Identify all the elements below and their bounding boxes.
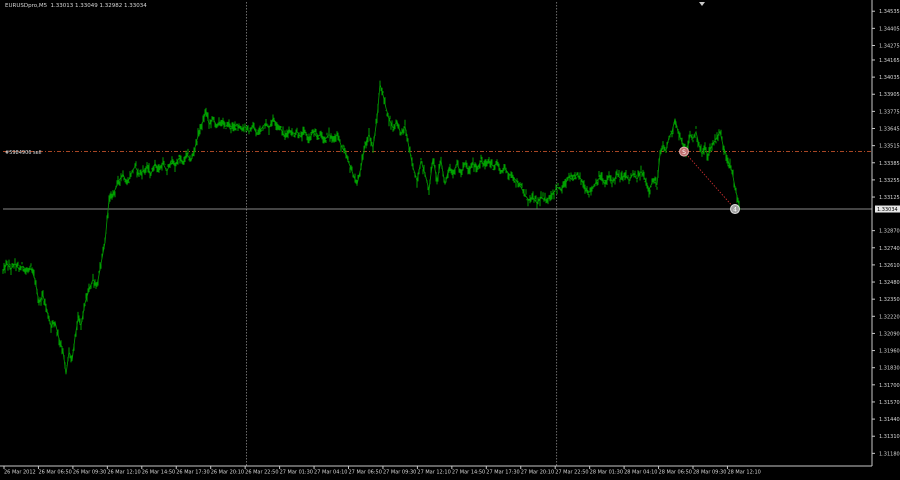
- price-tick-label: 1.31960: [879, 349, 900, 355]
- price-tick-label: 1.31310: [879, 434, 900, 440]
- shift-marker-icon[interactable]: [699, 2, 705, 6]
- price-tick-label: 1.33255: [879, 178, 900, 184]
- time-tick-label: 27 Mar 12:10: [417, 470, 450, 476]
- price-tick-label: 1.33645: [879, 127, 900, 133]
- chart-canvas[interactable]: S 4 1.34535 1.34405 1.34275 1.34165 1.34035 1.…: [0, 0, 900, 476]
- time-tick-label: 27 Mar 06:50: [349, 470, 382, 476]
- time-tick-label: 26 Mar 17:30: [176, 470, 209, 476]
- time-tick-label: 26 Mar 20:10: [211, 470, 244, 476]
- time-tick-label: 27 Mar 09:30: [383, 470, 416, 476]
- time-tick-label: 27 Mar 14:50: [452, 470, 485, 476]
- price-tick-label: 1.34165: [879, 58, 900, 64]
- price-tick-label: 1.31570: [879, 400, 900, 406]
- price-tick-label: 1.32480: [879, 280, 900, 286]
- price-tick-label: 1.33125: [879, 195, 900, 201]
- current-price-label: 1.33034: [877, 207, 898, 213]
- time-tick-label: 28 Mar 06:50: [659, 470, 692, 476]
- time-tick-label: 26 Mar 09:30: [73, 470, 106, 476]
- price-tick-label: 1.34405: [879, 26, 900, 32]
- order-open-marker-label: S: [682, 149, 686, 156]
- time-tick-label: 27 Mar 04:10: [314, 470, 347, 476]
- price-tick-label: 1.32090: [879, 331, 900, 337]
- time-tick-label: 26 Mar 14:50: [142, 470, 175, 476]
- time-tick-label: 28 Mar 01:30: [590, 470, 623, 476]
- price-tick-label: 1.32870: [879, 229, 900, 235]
- price-tick-label: 1.33905: [879, 92, 900, 98]
- time-tick-label: 26 Mar 2012: [4, 470, 36, 476]
- time-tick-label: 27 Mar 22:50: [555, 470, 588, 476]
- time-tick-label: 27 Mar 17:30: [486, 470, 519, 476]
- price-tick-label: 1.32610: [879, 263, 900, 269]
- price-tick-label: 1.33385: [879, 161, 900, 167]
- time-tick-label: 26 Mar 06:50: [38, 470, 71, 476]
- order-close-marker-label: 4: [733, 207, 737, 214]
- price-tick-label: 1.34275: [879, 43, 900, 49]
- price-tick-label: 1.32220: [879, 314, 900, 320]
- price-tick-label: 1.31830: [879, 366, 900, 372]
- time-tick-label: 26 Mar 12:10: [107, 470, 140, 476]
- time-tick-label: 26 Mar 22:50: [245, 470, 278, 476]
- symbol-header: EURUSDpro,M5 1.33013 1.33049 1.32982 1.3…: [5, 3, 147, 9]
- price-tick-label: 1.32350: [879, 297, 900, 303]
- time-tick-label: 27 Mar 01:30: [280, 470, 313, 476]
- time-tick-label: 28 Mar 04:10: [624, 470, 657, 476]
- price-tick-label: 1.34535: [879, 9, 900, 15]
- price-tick-label: 1.34035: [879, 75, 900, 81]
- price-tick-label: 1.33515: [879, 144, 900, 150]
- chart-background: [0, 0, 900, 476]
- price-chart[interactable]: S 4 1.34535 1.34405 1.34275 1.34165 1.34035 1.…: [0, 0, 900, 476]
- time-tick-label: 27 Mar 20:10: [521, 470, 554, 476]
- price-tick-label: 1.33775: [879, 109, 900, 115]
- time-tick-label: 28 Mar 09:30: [693, 470, 726, 476]
- price-tick-label: 1.32740: [879, 246, 900, 252]
- price-tick-label: 1.31180: [879, 451, 900, 457]
- time-tick-label: 28 Mar 12:10: [727, 470, 760, 476]
- price-tick-label: 1.31440: [879, 417, 900, 423]
- price-tick-label: 1.31700: [879, 383, 900, 389]
- order-label: #5984906 sell: [5, 150, 42, 156]
